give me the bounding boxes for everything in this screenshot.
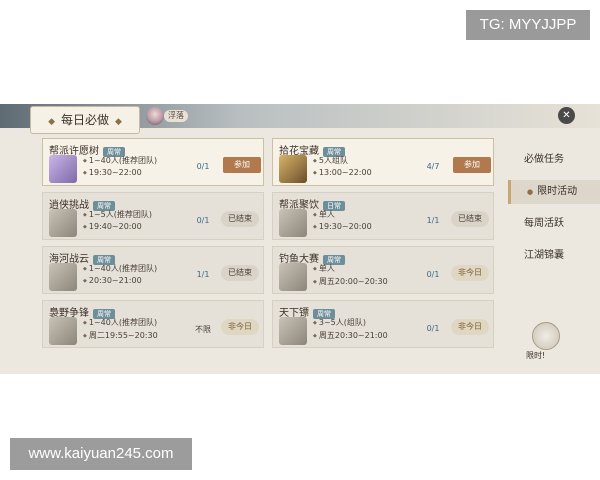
activity-time: 13:00~22:00 xyxy=(313,168,372,177)
activity-card[interactable]: 帮派许愿树周常 1~40人(推荐团队) 19:30~22:00 0/1 参加 xyxy=(42,138,264,186)
not-today-button[interactable]: 非今日 xyxy=(451,319,489,335)
not-today-button[interactable]: 非今日 xyxy=(451,265,489,281)
join-button[interactable]: 参加 xyxy=(223,157,261,173)
activity-time: 20:30~21:00 xyxy=(83,276,142,285)
activity-count: 1/1 xyxy=(426,216,440,225)
watermark-top: TG: MYYJJPP xyxy=(466,10,590,40)
activity-participants: 单人 xyxy=(313,209,335,220)
activity-participants: 1~40人(推荐团队) xyxy=(83,263,157,274)
activity-card[interactable]: 逍侠挑战周常 1~5人(推荐团队) 19:40~20:00 0/1 已结束 xyxy=(42,192,264,240)
activity-participants: 1~40人(推荐团队) xyxy=(83,155,157,166)
activity-participants: 单人 xyxy=(313,263,335,274)
close-icon: ✕ xyxy=(562,110,571,121)
panel-title: 每日必做 xyxy=(30,106,140,134)
join-button[interactable]: 参加 xyxy=(453,157,491,173)
treasure-icon xyxy=(279,155,307,183)
sidebar: 必做任务 ● 限时活动 每周活跃 江湖锦囊 限时! xyxy=(508,138,600,374)
not-today-button[interactable]: 非今日 xyxy=(221,319,259,335)
activity-count: 1/1 xyxy=(196,270,210,279)
fishing-icon xyxy=(279,263,307,291)
activity-card[interactable]: 海河战云周常 1~40人(推荐团队) 20:30~21:00 1/1 已结束 xyxy=(42,246,264,294)
activity-card[interactable]: 帮派聚饮日常 单人 19:30~20:00 1/1 已结束 xyxy=(272,192,494,240)
activity-time: 19:40~20:00 xyxy=(83,222,142,231)
selected-dot-icon: ● xyxy=(527,188,534,196)
activity-time: 周二19:55~20:30 xyxy=(83,330,158,341)
activity-count: 4/7 xyxy=(426,162,440,171)
ended-button[interactable]: 已结束 xyxy=(451,211,489,227)
activity-count: 0/1 xyxy=(196,162,210,171)
activity-card[interactable]: 裊野争锋周常 1~40人(推荐团队) 周二19:55~20:30 不限 非今日 xyxy=(42,300,264,348)
player-name: 浮落 xyxy=(164,110,188,122)
activity-time: 周五20:00~20:30 xyxy=(313,276,388,287)
activity-participants: 1~40人(推荐团队) xyxy=(83,317,157,328)
activity-time: 19:30~20:00 xyxy=(313,222,372,231)
limited-event-icon[interactable] xyxy=(532,322,560,350)
ended-button[interactable]: 已结束 xyxy=(221,265,259,281)
escort-icon xyxy=(279,317,307,345)
player-avatar[interactable] xyxy=(146,107,164,125)
activity-time: 周五20:30~21:00 xyxy=(313,330,388,341)
sidebar-item-limited-events[interactable]: ● 限时活动 xyxy=(508,180,600,204)
activity-card[interactable]: 钓鱼大赛周常 单人 周五20:00~20:30 0/1 非今日 xyxy=(272,246,494,294)
activity-participants: 1~5人(推荐团队) xyxy=(83,209,152,220)
wishing-tree-icon xyxy=(49,155,77,183)
activity-grid: 帮派许愿树周常 1~40人(推荐团队) 19:30~22:00 0/1 参加 拾… xyxy=(42,138,502,348)
activity-card[interactable]: 拾花宝藏周常 5人组队 13:00~22:00 4/7 参加 xyxy=(272,138,494,186)
activity-participants: 5人组队 xyxy=(313,155,348,166)
watermark-bottom: www.kaiyuan245.com xyxy=(10,438,192,470)
activity-count: 0/1 xyxy=(426,270,440,279)
battle-icon xyxy=(49,263,77,291)
activity-count: 0/1 xyxy=(196,216,210,225)
sidebar-item-required-tasks[interactable]: 必做任务 xyxy=(508,148,600,172)
activity-time: 19:30~22:00 xyxy=(83,168,142,177)
sidebar-item-jianghu-tips[interactable]: 江湖锦囊 xyxy=(508,244,600,268)
limited-event-label: 限时! xyxy=(526,351,546,360)
weapons-icon xyxy=(49,317,77,345)
ended-button[interactable]: 已结束 xyxy=(221,211,259,227)
drinks-icon xyxy=(279,209,307,237)
sidebar-item-weekly-active[interactable]: 每周活跃 xyxy=(508,212,600,236)
activity-count: 不限 xyxy=(195,325,211,334)
challenge-icon xyxy=(49,209,77,237)
activity-card[interactable]: 天下镖周常 3~5人(组队) 周五20:30~21:00 0/1 非今日 xyxy=(272,300,494,348)
activity-participants: 3~5人(组队) xyxy=(313,317,366,328)
game-window: 每日必做 浮落 ✕ 帮派许愿树周常 1~40人(推荐团队) 19:30~22:0… xyxy=(0,104,600,374)
close-button[interactable]: ✕ xyxy=(558,107,575,124)
activity-count: 0/1 xyxy=(426,324,440,333)
